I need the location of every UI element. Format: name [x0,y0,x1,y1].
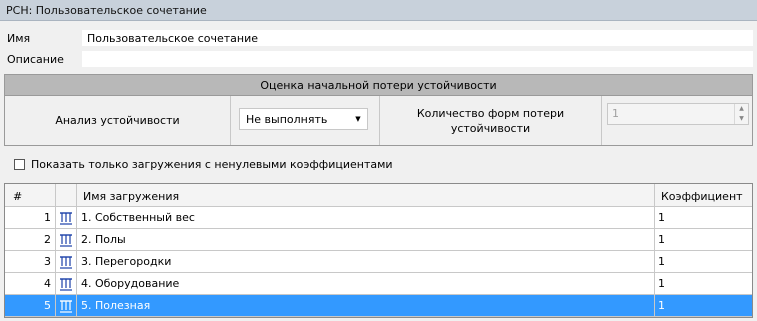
table-row[interactable]: 2 2. Полы 1 [5,229,752,251]
table-row[interactable]: 1 1. Собственный вес 1 [5,207,752,229]
load-name: 5. Полезная [81,299,151,312]
load-coefficient[interactable]: 1 [658,277,665,290]
forms-count-value: 1 [612,107,619,120]
load-name: 1. Собственный вес [81,211,195,224]
load-icon [60,300,72,313]
forms-spin-cell: 1 ▲ ▼ [602,96,754,145]
table-row[interactable]: 5 5. Полезная 1 [5,295,752,317]
forms-label-line2: устойчивости [450,122,531,135]
description-field[interactable] [82,51,753,67]
chevron-down-icon[interactable]: ▼ [350,110,366,128]
row-number: 4 [44,277,51,290]
row-number: 5 [44,299,51,312]
forms-label-cell: Количество форм потери устойчивости [380,96,602,145]
stability-header: Оценка начальной потери устойчивости [5,75,752,96]
col-name-header: Имя загружения [83,190,180,203]
load-icon [60,234,72,247]
load-name: 3. Перегородки [81,255,172,268]
analysis-select[interactable]: Не выполнять ▼ [239,108,368,130]
forms-label-line1: Количество форм потери [416,107,565,120]
spin-up-icon: ▲ [739,105,744,112]
analysis-combo-cell: Не выполнять ▼ [231,96,380,145]
load-icon [60,212,72,225]
analysis-label: Анализ устойчивости [55,114,180,127]
col-coef-header: Коэффициент [661,190,743,203]
row-number: 2 [44,233,51,246]
spin-down-icon: ▼ [739,115,744,122]
name-field[interactable]: Пользовательское сочетание [82,30,753,46]
load-name: 4. Оборудование [81,277,180,290]
load-name: 2. Полы [81,233,126,246]
analysis-select-value: Не выполнять [246,113,328,126]
col-divider [55,184,56,317]
description-label: Описание [7,53,64,66]
nonzero-filter-label: Показать только загружения с ненулевыми … [31,158,393,171]
table-header: # Имя загружения Коэффициент [5,184,752,207]
load-icon [60,278,72,291]
load-icon [60,256,72,269]
col-num-header: # [13,190,23,203]
loads-table: # Имя загружения Коэффициент 1 1. Собстве… [4,183,753,318]
stability-group: Оценка начальной потери устойчивости Ана… [4,74,753,146]
load-coefficient[interactable]: 1 [658,211,665,224]
name-label: Имя [7,32,31,45]
load-coefficient[interactable]: 1 [658,255,665,268]
table-row[interactable]: 4 4. Оборудование 1 [5,273,752,295]
col-divider [654,184,655,317]
forms-count-stepper: 1 ▲ ▼ [607,103,749,125]
row-number: 3 [44,255,51,268]
col-divider [76,184,77,317]
table-row[interactable]: 3 3. Перегородки 1 [5,251,752,273]
nonzero-filter-checkbox[interactable] [14,159,25,170]
row-number: 1 [44,211,51,224]
load-coefficient[interactable]: 1 [658,233,665,246]
load-coefficient[interactable]: 1 [658,299,665,312]
analysis-label-cell: Анализ устойчивости [5,96,231,145]
window-title: РСН: Пользовательское сочетание [0,0,757,21]
